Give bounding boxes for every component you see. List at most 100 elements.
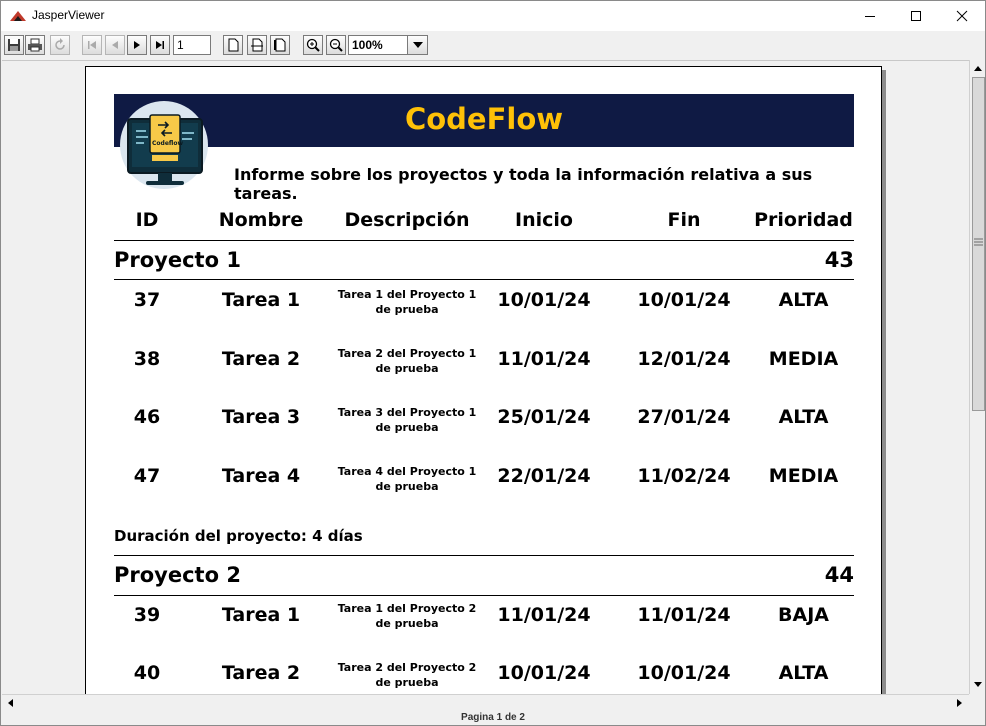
task-description-line: de prueba: [375, 617, 439, 630]
task-description-line: Tarea 4 del Proyecto 1: [337, 465, 477, 478]
save-button[interactable]: [4, 35, 24, 55]
page-icon: [228, 38, 239, 52]
task-description-line: de prueba: [375, 676, 439, 689]
task-description-line: Tarea 1 del Proyecto 2: [337, 602, 477, 615]
scroll-right-button[interactable]: [953, 696, 967, 710]
scroll-up-button[interactable]: [971, 61, 985, 75]
task-description-line: Tarea 1 del Proyecto 1: [337, 288, 477, 301]
chevron-left-icon: [8, 699, 13, 707]
project-id: 44: [824, 563, 854, 587]
column-header-fin: Fin: [667, 209, 701, 231]
minimize-icon: [865, 16, 875, 17]
fit-width-icon: [251, 38, 263, 52]
maximize-icon: [911, 11, 921, 21]
previous-page-icon: [112, 41, 118, 49]
task-end-date: 27/01/24: [637, 406, 731, 428]
zoom-out-icon: [329, 38, 343, 52]
task-name: Tarea 4: [221, 465, 301, 487]
vertical-scroll-thumb[interactable]: [972, 77, 985, 411]
first-page-icon: [88, 41, 96, 49]
header-divider: [114, 240, 854, 241]
print-button[interactable]: [25, 35, 45, 55]
column-header-nombre: Nombre: [218, 209, 304, 231]
task-priority: ALTA: [778, 289, 829, 311]
zoom-in-icon: [306, 38, 320, 52]
task-end-date: 11/02/24: [637, 465, 731, 487]
task-name: Tarea 1: [221, 289, 301, 311]
actual-size-button[interactable]: [223, 35, 243, 55]
project-divider: [114, 555, 854, 556]
reload-button[interactable]: [50, 35, 70, 55]
task-name: Tarea 2: [221, 348, 301, 370]
task-priority: MEDIA: [768, 348, 839, 370]
fit-page-icon: [274, 38, 286, 52]
task-start-date: 10/01/24: [497, 289, 591, 311]
task-id: 46: [133, 406, 161, 428]
scroll-left-button[interactable]: [3, 696, 17, 710]
task-name: Tarea 1: [221, 604, 301, 626]
next-page-button[interactable]: [127, 35, 147, 55]
task-description: Tarea 1 del Proyecto 1 de prueba: [336, 287, 478, 317]
project-id: 43: [824, 248, 854, 272]
zoom-dropdown-button[interactable]: [407, 35, 428, 55]
task-id: 47: [133, 465, 161, 487]
first-page-button[interactable]: [82, 35, 102, 55]
task-description-line: de prueba: [375, 480, 439, 493]
task-priority: BAJA: [778, 604, 829, 626]
task-end-date: 10/01/24: [637, 662, 731, 684]
save-icon: [8, 39, 20, 51]
task-description-line: Tarea 3 del Proyecto 1: [337, 406, 477, 419]
task-priority: MEDIA: [768, 465, 839, 487]
task-start-date: 11/01/24: [497, 348, 591, 370]
minimize-button[interactable]: [847, 1, 893, 31]
status-page-label: Pagina 1 de 2: [1, 710, 985, 725]
report-page: CodeFlow Codeflow Informe sobre los proy…: [85, 66, 882, 695]
task-name: Tarea 3: [221, 406, 301, 428]
column-header-id: ID: [135, 209, 159, 231]
task-description: Tarea 4 del Proyecto 1 de prueba: [336, 464, 478, 494]
close-icon: [956, 10, 968, 22]
task-start-date: 22/01/24: [497, 465, 591, 487]
task-description-line: de prueba: [375, 303, 439, 316]
task-id: 37: [133, 289, 161, 311]
page-number-input[interactable]: [173, 35, 211, 55]
task-description: Tarea 3 del Proyecto 1 de prueba: [336, 405, 478, 435]
task-priority: ALTA: [778, 406, 829, 428]
column-header-prioridad: Prioridad: [754, 209, 853, 231]
task-start-date: 11/01/24: [497, 604, 591, 626]
task-end-date: 11/01/24: [637, 604, 731, 626]
scroll-down-button[interactable]: [971, 678, 985, 692]
chevron-right-icon: [957, 699, 962, 707]
codeflow-logo: [120, 101, 208, 189]
task-end-date: 12/01/24: [637, 348, 731, 370]
previous-page-button[interactable]: [105, 35, 125, 55]
printer-icon: [28, 38, 42, 52]
logo-caption: Codeflow: [152, 140, 184, 147]
vertical-scrollbar[interactable]: [969, 60, 985, 694]
task-end-date: 10/01/24: [637, 289, 731, 311]
chevron-down-icon: [974, 682, 982, 687]
maximize-button[interactable]: [893, 1, 939, 31]
grip-icon: [974, 238, 983, 246]
fit-page-button[interactable]: [270, 35, 290, 55]
task-start-date: 25/01/24: [497, 406, 591, 428]
task-description: Tarea 2 del Proyecto 2 de prueba: [336, 660, 478, 690]
task-id: 38: [133, 348, 161, 370]
zoom-select[interactable]: [348, 35, 408, 55]
horizontal-scrollbar[interactable]: [2, 694, 969, 711]
column-header-descripcion: Descripción: [344, 209, 470, 231]
zoom-out-button[interactable]: [326, 35, 346, 55]
task-start-date: 10/01/24: [497, 662, 591, 684]
close-button[interactable]: [939, 1, 985, 31]
chevron-up-icon: [974, 66, 982, 71]
toolbar: [1, 31, 985, 59]
zoom-in-button[interactable]: [303, 35, 323, 55]
project-divider: [114, 279, 854, 280]
task-description-line: de prueba: [375, 421, 439, 434]
last-page-button[interactable]: [150, 35, 170, 55]
task-id: 40: [133, 662, 161, 684]
project-divider: [114, 595, 854, 596]
report-viewport: CodeFlow Codeflow Informe sobre los proy…: [2, 60, 969, 695]
reload-icon: [55, 38, 65, 50]
fit-width-button[interactable]: [247, 35, 267, 55]
